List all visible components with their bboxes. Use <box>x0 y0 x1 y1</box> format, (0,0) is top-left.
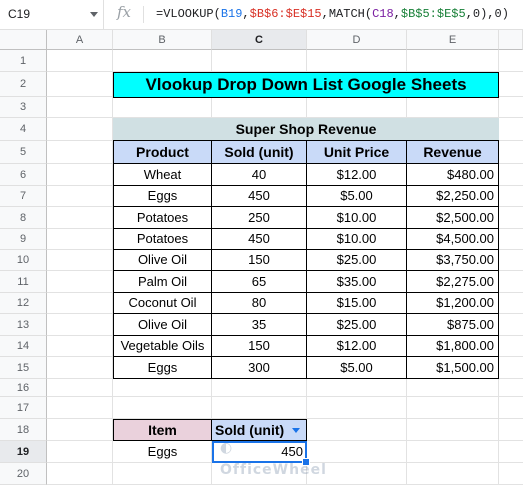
row-header-18[interactable]: 18 <box>0 419 47 441</box>
table-cell-product[interactable]: Potatoes <box>113 207 212 229</box>
formula-text: ,0),0) <box>465 7 509 21</box>
formula-text: , <box>393 7 401 21</box>
table-cell-revenue[interactable]: $1,500.00 <box>407 357 499 379</box>
row-header-17[interactable]: 17 <box>0 397 47 419</box>
table-cell-unit-price[interactable]: $5.00 <box>307 357 407 379</box>
table-cell-unit-price[interactable]: $35.00 <box>307 271 407 293</box>
table-cell-unit-price[interactable]: $12.00 <box>307 336 407 357</box>
table-cell-sold[interactable]: 80 <box>212 293 307 314</box>
fill-handle[interactable] <box>302 458 310 466</box>
table-cell-product[interactable]: Eggs <box>113 186 212 207</box>
table-cell-product[interactable]: Olive Oil <box>113 314 212 336</box>
table-cell-unit-price[interactable]: $10.00 <box>307 207 407 229</box>
table-cell-revenue[interactable]: $1,800.00 <box>407 336 499 357</box>
table-cell-revenue[interactable]: $2,275.00 <box>407 271 499 293</box>
row-header-13[interactable]: 13 <box>0 314 47 336</box>
row-header-1[interactable]: 1 <box>0 50 47 72</box>
row-header-2[interactable]: 2 <box>0 72 47 97</box>
chevron-down-icon[interactable] <box>90 12 98 17</box>
table-cell-revenue[interactable]: $480.00 <box>407 164 499 186</box>
table-cell-revenue[interactable]: $2,250.00 <box>407 186 499 207</box>
row-header-6[interactable]: 6 <box>0 164 47 186</box>
formula-ref-range: $B$6:$E$15 <box>249 7 322 21</box>
lookup-item-value[interactable]: Eggs <box>113 441 212 463</box>
row-header-4[interactable]: 4 <box>0 118 47 141</box>
column-header-f[interactable] <box>499 30 523 50</box>
row-header-9[interactable]: 9 <box>0 229 47 250</box>
header-product[interactable]: Product <box>113 141 212 164</box>
header-sold[interactable]: Sold (unit) <box>212 141 307 164</box>
lookup-item-header[interactable]: Item <box>113 419 212 441</box>
table-cell-unit-price[interactable]: $12.00 <box>307 164 407 186</box>
table-cell-sold[interactable]: 65 <box>212 271 307 293</box>
header-unit-price[interactable]: Unit Price <box>307 141 407 164</box>
row-header-14[interactable]: 14 <box>0 336 47 357</box>
row-header-11[interactable]: 11 <box>0 271 47 293</box>
table-cell-revenue[interactable]: $1,200.00 <box>407 293 499 314</box>
formula-bar: C19 fx =VLOOKUP(B19,$B$6:$E$15,MATCH(C18… <box>0 0 523 30</box>
table-cell-product[interactable]: Wheat <box>113 164 212 186</box>
table-cell-revenue[interactable]: $3,750.00 <box>407 250 499 271</box>
table-cell-sold[interactable]: 450 <box>212 229 307 250</box>
table-cell-sold[interactable]: 40 <box>212 164 307 186</box>
table-cell-sold[interactable]: 300 <box>212 357 307 379</box>
column-header-a[interactable]: A <box>47 30 113 50</box>
formula-ref-header-range: $B$5:$E$5 <box>400 7 466 21</box>
table-cell-unit-price[interactable]: $5.00 <box>307 186 407 207</box>
column-header-c[interactable]: C <box>212 30 307 50</box>
name-box[interactable]: C19 <box>0 0 104 29</box>
formula-separator <box>143 6 144 23</box>
row-header-19[interactable]: 19 <box>0 441 47 463</box>
table-cell-unit-price[interactable]: $25.00 <box>307 250 407 271</box>
watermark-text: OfficeWheel <box>220 462 327 478</box>
table-cell-product[interactable]: Olive Oil <box>113 250 212 271</box>
table-cell-sold[interactable]: 150 <box>212 336 307 357</box>
row-header-16[interactable]: 16 <box>0 379 47 397</box>
column-header-b[interactable]: B <box>113 30 212 50</box>
formula-text: ,MATCH( <box>321 7 373 21</box>
row-header-12[interactable]: 12 <box>0 293 47 314</box>
formula-input[interactable]: =VLOOKUP(B19,$B$6:$E$15,MATCH(C18,$B$5:$… <box>156 0 509 29</box>
row-header-7[interactable]: 7 <box>0 186 47 207</box>
row-header-5[interactable]: 5 <box>0 141 47 164</box>
select-all-corner[interactable] <box>0 30 47 50</box>
formula-text: , <box>242 7 250 21</box>
table-cell-product[interactable]: Coconut Oil <box>113 293 212 314</box>
row-header-10[interactable]: 10 <box>0 250 47 271</box>
table-cell-product[interactable]: Palm Oil <box>113 271 212 293</box>
table-cell-product[interactable]: Potatoes <box>113 229 212 250</box>
table-cell-revenue[interactable]: $875.00 <box>407 314 499 336</box>
formula-text: =VLOOKUP( <box>156 7 221 21</box>
table-cell-product[interactable]: Vegetable Oils <box>113 336 212 357</box>
table-cell-sold[interactable]: 250 <box>212 207 307 229</box>
dropdown-arrow-icon[interactable] <box>292 428 300 433</box>
row-header-15[interactable]: 15 <box>0 357 47 379</box>
fx-icon: fx <box>117 3 132 21</box>
gridline <box>47 396 523 397</box>
table-cell-unit-price[interactable]: $10.00 <box>307 229 407 250</box>
table-cell-unit-price[interactable]: $25.00 <box>307 314 407 336</box>
table-cell-sold[interactable]: 35 <box>212 314 307 336</box>
header-revenue[interactable]: Revenue <box>407 141 499 164</box>
table-cell-sold[interactable]: 150 <box>212 250 307 271</box>
column-header-d[interactable]: D <box>307 30 407 50</box>
table-cell-product[interactable]: Eggs <box>113 357 212 379</box>
active-cell-selection <box>212 441 307 463</box>
table-title[interactable]: Super Shop Revenue <box>113 118 499 141</box>
table-cell-sold[interactable]: 450 <box>212 186 307 207</box>
name-box-value: C19 <box>8 7 31 21</box>
row-header-3[interactable]: 3 <box>0 97 47 118</box>
table-cell-revenue[interactable]: $4,500.00 <box>407 229 499 250</box>
column-header-e[interactable]: E <box>407 30 499 50</box>
formula-ref-b19: B19 <box>220 7 243 21</box>
table-cell-unit-price[interactable]: $15.00 <box>307 293 407 314</box>
table-cell-revenue[interactable]: $2,500.00 <box>407 207 499 229</box>
sheet-title[interactable]: Vlookup Drop Down List Google Sheets <box>113 72 499 98</box>
lookup-sold-label: Sold (unit) <box>215 422 285 438</box>
row-header-20[interactable]: 20 <box>0 463 47 485</box>
row-header-8[interactable]: 8 <box>0 207 47 229</box>
formula-ref-c18: C18 <box>372 7 394 21</box>
